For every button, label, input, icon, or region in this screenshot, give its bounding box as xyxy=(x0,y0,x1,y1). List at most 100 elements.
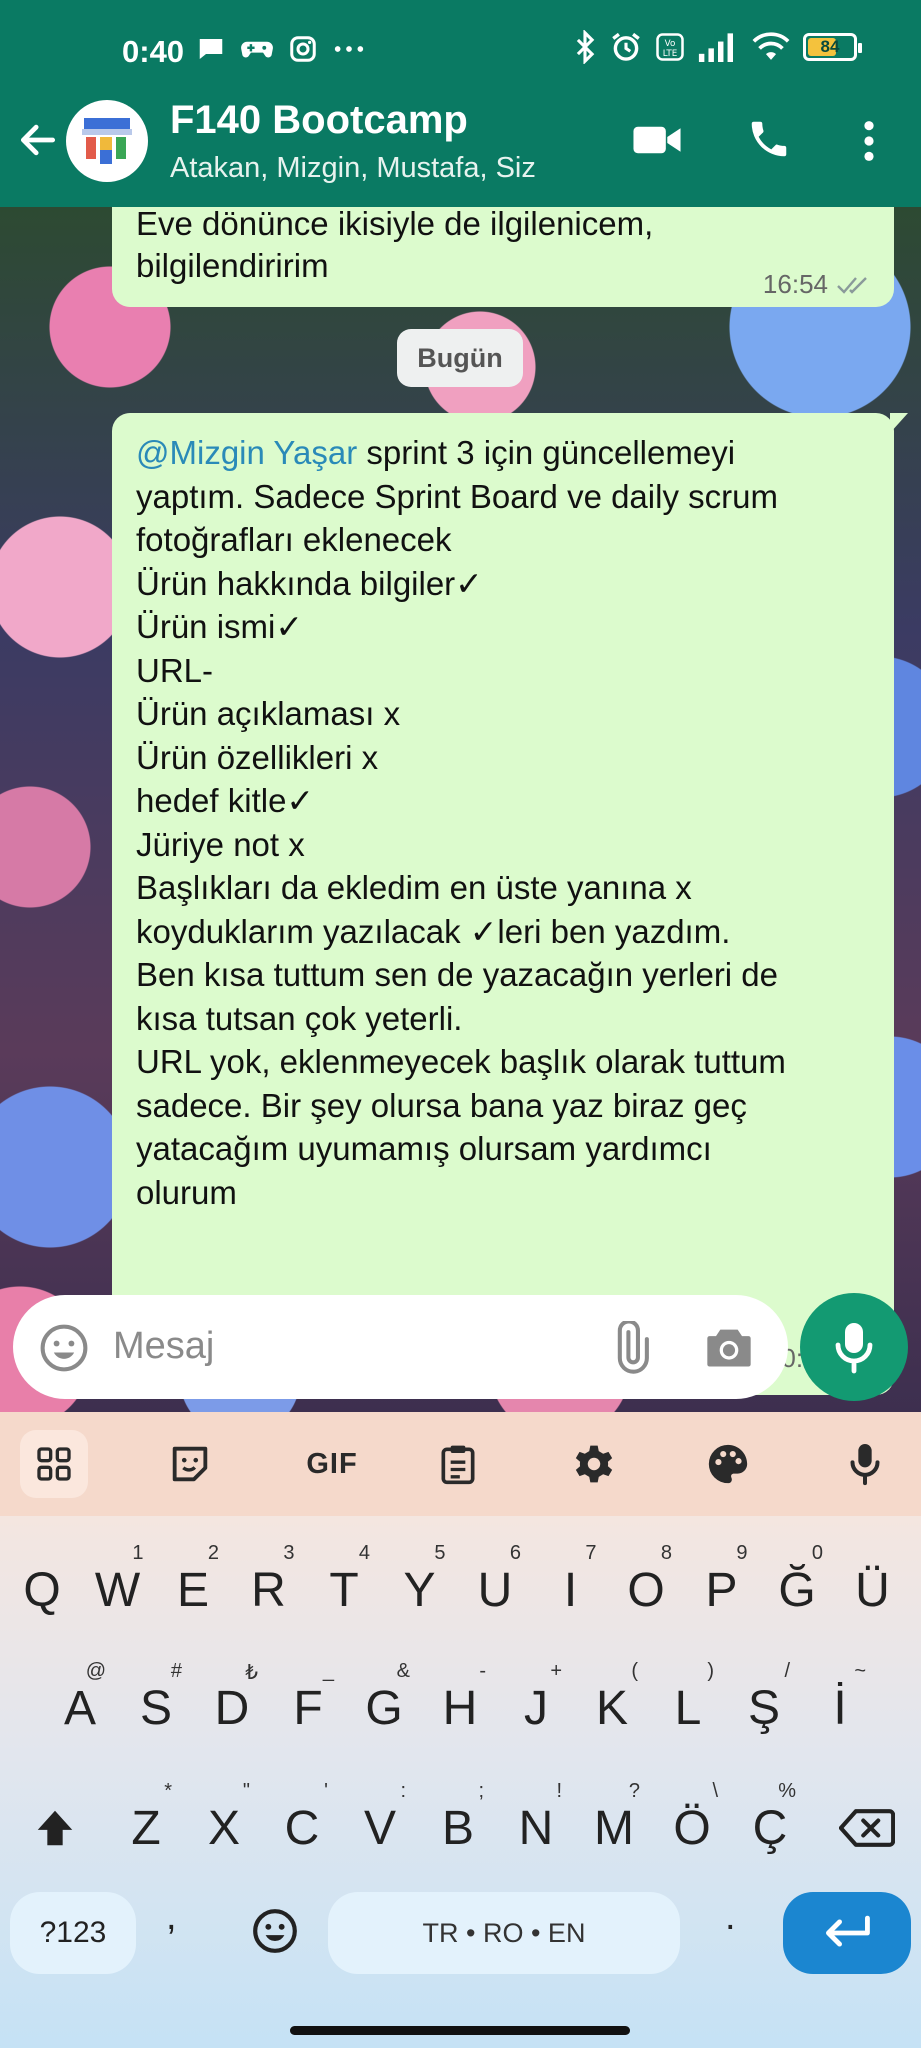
key-hint: ) xyxy=(707,1660,714,1682)
gesture-navigation-bar[interactable] xyxy=(290,2026,630,2035)
key-R[interactable]: R3 xyxy=(231,1538,307,1642)
key-F[interactable]: F _ xyxy=(270,1656,346,1760)
key-U[interactable]: U6 xyxy=(457,1538,533,1642)
game-controller-icon xyxy=(241,41,273,58)
battery-indicator: 84 xyxy=(803,33,862,61)
key-D[interactable]: D ₺ xyxy=(194,1656,270,1760)
emoji-icon[interactable] xyxy=(37,1321,91,1375)
key-İ[interactable]: İ ~ xyxy=(802,1656,878,1760)
message-input[interactable]: Mesaj xyxy=(113,1325,214,1368)
key-hint: 3 xyxy=(283,1542,295,1564)
key-hint: ~ xyxy=(854,1660,866,1682)
key-label: Ö xyxy=(673,1801,711,1855)
period-key[interactable]: . xyxy=(725,1896,736,1939)
key-I[interactable]: I7 xyxy=(533,1538,609,1642)
shift-icon xyxy=(37,1810,73,1846)
attachment-icon[interactable] xyxy=(603,1321,657,1375)
gif-button[interactable]: GIF xyxy=(292,1432,372,1496)
key-E[interactable]: E2 xyxy=(155,1538,231,1642)
space-bar[interactable]: TR • RO • EN xyxy=(328,1892,680,1974)
key-W[interactable]: W1 xyxy=(80,1538,156,1642)
key-T[interactable]: T4 xyxy=(306,1538,382,1642)
group-title[interactable]: F140 Bootcamp xyxy=(170,98,468,143)
backspace-key[interactable] xyxy=(828,1776,906,1880)
key-label: G xyxy=(365,1681,403,1735)
video-call-icon[interactable] xyxy=(632,122,682,158)
group-avatar[interactable] xyxy=(66,100,148,182)
keyboard-settings-button[interactable] xyxy=(562,1432,626,1496)
key-K[interactable]: K( xyxy=(574,1656,650,1760)
sticker-button[interactable] xyxy=(158,1432,222,1496)
camera-icon[interactable] xyxy=(703,1323,755,1371)
key-M[interactable]: M? xyxy=(576,1776,652,1880)
chat-header[interactable]: F140 Bootcamp Atakan, Mizgin, Mustafa, S… xyxy=(0,90,921,207)
key-label: T xyxy=(329,1563,359,1617)
key-P[interactable]: P9 xyxy=(684,1538,760,1642)
key-C[interactable]: C ' xyxy=(264,1776,340,1880)
message-text-line: Ürün özellikleri x xyxy=(136,738,379,776)
key-label: X xyxy=(207,1801,240,1855)
theme-button[interactable] xyxy=(696,1432,760,1496)
back-arrow-icon[interactable] xyxy=(16,118,60,162)
volte-icon: VoLTE xyxy=(656,33,684,61)
message-bubble[interactable]: Eve dönünce ikisiyle de ilgilenicem, bil… xyxy=(112,207,894,307)
shift-key[interactable] xyxy=(20,1776,90,1880)
key-label: Y xyxy=(403,1563,436,1617)
enter-key[interactable] xyxy=(783,1892,911,1974)
key-L[interactable]: L) xyxy=(650,1656,726,1760)
more-options-icon[interactable] xyxy=(854,118,884,164)
key-Q[interactable]: Q xyxy=(4,1538,80,1642)
chat-wallpaper[interactable]: Eve dönünce ikisiyle de ilgilenicem, bil… xyxy=(0,207,921,1412)
key-label: O xyxy=(627,1563,665,1617)
key-S[interactable]: S # xyxy=(118,1656,194,1760)
keyboard-apps-button[interactable] xyxy=(20,1430,88,1498)
message-notification-icon xyxy=(199,39,223,59)
key-hint: ; xyxy=(478,1780,484,1802)
emoji-key-icon[interactable] xyxy=(250,1906,300,1956)
microphone-icon xyxy=(835,1323,873,1374)
voice-call-icon[interactable] xyxy=(746,116,792,162)
key-label: E xyxy=(176,1563,209,1617)
key-label: S xyxy=(139,1681,172,1735)
key-B[interactable]: B; xyxy=(420,1776,496,1880)
key-Y[interactable]: Y5 xyxy=(382,1538,458,1642)
key-Z[interactable]: Z * xyxy=(108,1776,184,1880)
voice-message-button[interactable] xyxy=(800,1293,908,1401)
double-check-icon xyxy=(837,276,867,294)
sticker-icon xyxy=(172,1446,208,1482)
alarm-icon xyxy=(612,32,640,61)
palette-icon xyxy=(708,1444,748,1484)
key-hint: 2 xyxy=(207,1542,219,1564)
key-A[interactable]: A @ xyxy=(42,1656,118,1760)
key-V[interactable]: V: xyxy=(342,1776,418,1880)
message-text-line: URL yok, eklenmeyecek başlık olarak tutt… xyxy=(136,1043,786,1080)
group-members[interactable]: Atakan, Mizgin, Mustafa, Siz xyxy=(170,152,536,185)
key-Ü[interactable]: Ü xyxy=(835,1538,911,1642)
voice-typing-button[interactable] xyxy=(833,1432,897,1496)
message-bubble[interactable]: @Mizgin Yaşar sprint 3 için güncellemeyi… xyxy=(112,413,908,1395)
key-X[interactable]: X " xyxy=(186,1776,262,1880)
key-hint: / xyxy=(784,1660,790,1682)
key-H[interactable]: H- xyxy=(422,1656,498,1760)
message-composer[interactable]: Mesaj xyxy=(13,1295,788,1399)
key-G[interactable]: G & xyxy=(346,1656,422,1760)
symbols-key[interactable]: ?123 xyxy=(10,1892,136,1974)
key-label: V xyxy=(363,1801,396,1855)
key-Ğ[interactable]: Ğ0 xyxy=(759,1538,835,1642)
message-text-line: Ben kısa tuttum sen de yazacağın yerleri… xyxy=(136,956,779,993)
key-Ö[interactable]: Ö \ xyxy=(654,1776,730,1880)
message-text-line: Ürün hakkında bilgiler✓ xyxy=(136,564,483,602)
key-Ç[interactable]: Ç% xyxy=(732,1776,808,1880)
key-hint: 8 xyxy=(660,1542,672,1564)
key-J[interactable]: J + xyxy=(498,1656,574,1760)
key-O[interactable]: O8 xyxy=(608,1538,684,1642)
gif-label: GIF xyxy=(306,1447,358,1480)
key-Ş[interactable]: Ş / xyxy=(726,1656,802,1760)
mention-link[interactable]: @Mizgin Yaşar xyxy=(136,434,357,471)
backspace-icon xyxy=(839,1809,895,1847)
comma-key[interactable]: , xyxy=(166,1896,177,1939)
key-N[interactable]: N! xyxy=(498,1776,574,1880)
key-hint: 4 xyxy=(358,1542,370,1564)
clipboard-button[interactable] xyxy=(426,1432,490,1496)
message-text-line: Eve dönünce ikisiyle de ilgilenicem, xyxy=(136,207,654,242)
